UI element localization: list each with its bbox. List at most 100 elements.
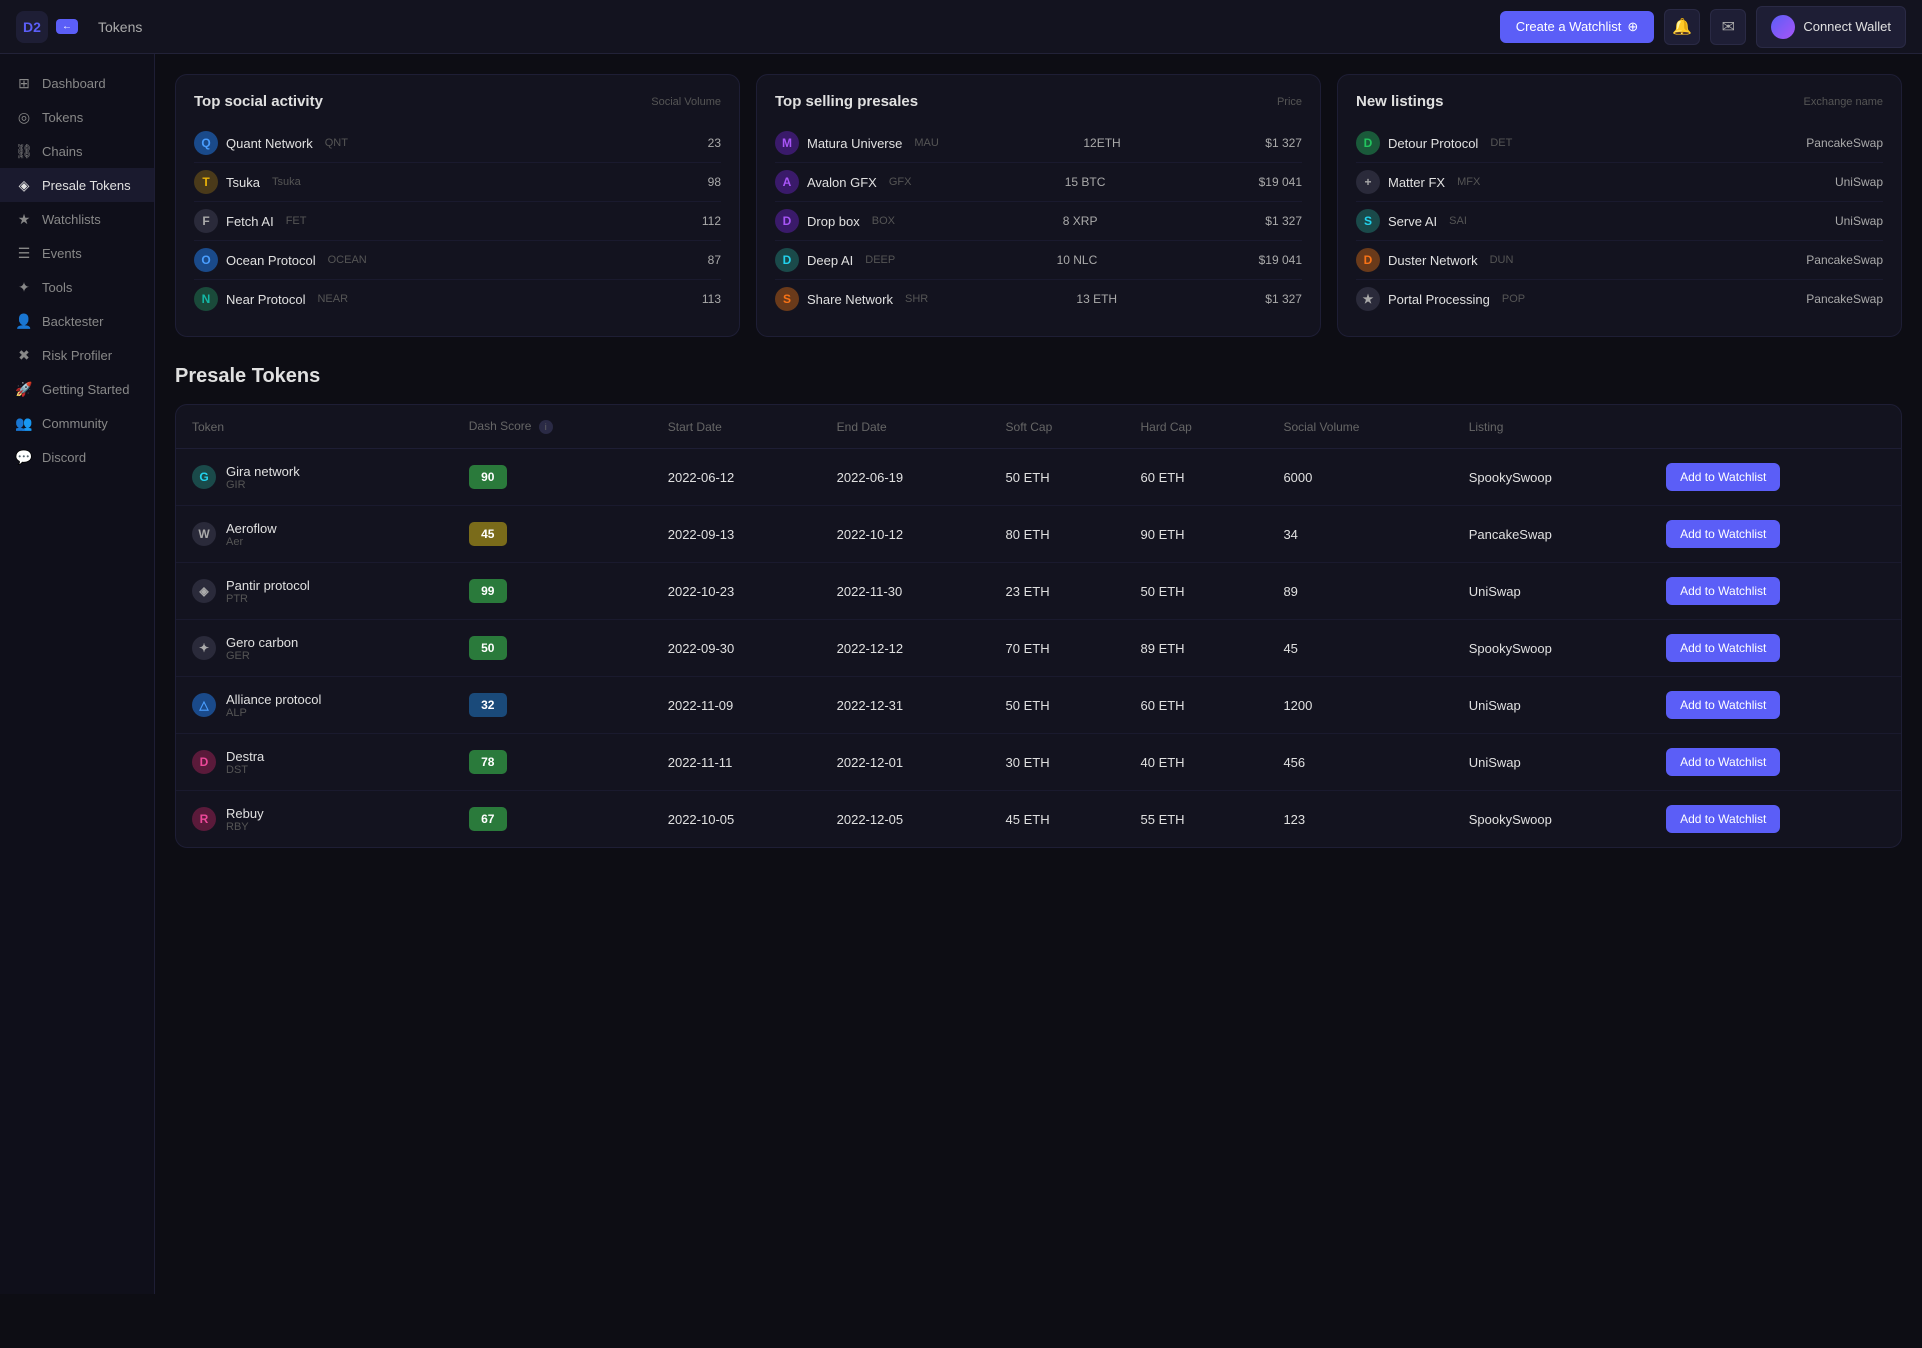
sidebar-item-watchlists[interactable]: ★ Watchlists	[0, 202, 154, 236]
sidebar-label-watchlists: Watchlists	[42, 212, 101, 227]
chains-icon: ⛓	[16, 143, 32, 159]
new-listings-subtitle: Exchange name	[1804, 96, 1884, 108]
logo-icon: D2	[16, 11, 48, 43]
sidebar-item-risk-profiler[interactable]: ✖ Risk Profiler	[0, 338, 154, 372]
listing-row-2: S Serve AI SAI UniSwap	[1356, 202, 1883, 241]
sidebar-item-getting-started[interactable]: 🚀 Getting Started	[0, 372, 154, 406]
col-action	[1650, 405, 1901, 449]
logo-badge[interactable]: ←	[56, 19, 78, 34]
add-watchlist-btn-1[interactable]: Add to Watchlist	[1666, 520, 1780, 548]
social-vol-6: 123	[1267, 791, 1452, 848]
social-row-1: T Tsuka Tsuka 98	[194, 163, 721, 202]
social-vol-4: 1200	[1267, 677, 1452, 734]
table-row: △ Alliance protocol ALP 32 2022-11-09 20…	[176, 677, 1901, 734]
start-date-2: 2022-10-23	[652, 563, 821, 620]
create-watchlist-label: Create a Watchlist	[1516, 19, 1622, 34]
token-icon-row-2: ◈	[192, 579, 216, 603]
add-watchlist-btn-6[interactable]: Add to Watchlist	[1666, 805, 1780, 833]
token-icon-tsuka: T	[194, 170, 218, 194]
col-dash-score: Dash Score i	[453, 405, 652, 449]
top-social-title: Top social activity	[194, 93, 323, 110]
sidebar: ⊞ Dashboard ◎ Tokens ⛓ Chains ◈ Presale …	[0, 54, 155, 1294]
page-title: Tokens	[98, 19, 142, 35]
listing-row-0: D Detour Protocol DET PancakeSwap	[1356, 124, 1883, 163]
new-listings-card: New listings Exchange name D Detour Prot…	[1337, 74, 1902, 337]
dash-score-3: 50	[469, 636, 507, 660]
col-listing: Listing	[1453, 405, 1650, 449]
token-symbol-dun: DUN	[1490, 254, 1514, 266]
watchlist-icon: ⊕	[1627, 19, 1638, 35]
token-sym-row-6: RBY	[226, 821, 264, 833]
token-cell-2: ◈ Pantir protocol PTR	[192, 578, 437, 605]
col-end-date: End Date	[821, 405, 990, 449]
dash-score-1: 45	[469, 522, 507, 546]
table-row: R Rebuy RBY 67 2022-10-05 2022-12-05 45 …	[176, 791, 1901, 848]
token-cell-1: W Aeroflow Aer	[192, 521, 437, 548]
token-name-sai: Serve AI	[1388, 214, 1437, 229]
add-watchlist-btn-4[interactable]: Add to Watchlist	[1666, 691, 1780, 719]
messages-button[interactable]: ✉	[1710, 9, 1746, 45]
presale-row-0: M Matura Universe MAU 12ETH $1 327	[775, 124, 1302, 163]
social-row-4: N Near Protocol NEAR 113	[194, 280, 721, 318]
token-icon-fet: F	[194, 209, 218, 233]
start-date-0: 2022-06-12	[652, 449, 821, 506]
token-icon-row-4: △	[192, 693, 216, 717]
add-watchlist-btn-2[interactable]: Add to Watchlist	[1666, 577, 1780, 605]
token-name-near: Near Protocol	[226, 292, 305, 307]
end-date-5: 2022-12-01	[821, 734, 990, 791]
start-date-1: 2022-09-13	[652, 506, 821, 563]
listing-0: SpookySwoop	[1453, 449, 1650, 506]
notifications-button[interactable]: 🔔	[1664, 9, 1700, 45]
token-symbol-mfx: MFX	[1457, 176, 1480, 188]
exchange-dun: PancakeSwap	[1806, 253, 1883, 267]
sidebar-item-chains[interactable]: ⛓ Chains	[0, 134, 154, 168]
sidebar-item-backtester[interactable]: 👤 Backtester	[0, 304, 154, 338]
sidebar-label-community: Community	[42, 416, 108, 431]
sidebar-item-discord[interactable]: 💬 Discord	[0, 440, 154, 474]
add-watchlist-btn-0[interactable]: Add to Watchlist	[1666, 463, 1780, 491]
sidebar-label-risk-profiler: Risk Profiler	[42, 348, 112, 363]
discord-icon: 💬	[16, 449, 32, 465]
token-symbol-pop: POP	[1502, 293, 1525, 305]
sidebar-label-tokens: Tokens	[42, 110, 83, 125]
col-token: Token	[176, 405, 453, 449]
watchlists-icon: ★	[16, 211, 32, 227]
token-icon-mfx: +	[1356, 170, 1380, 194]
token-icon-row-1: W	[192, 522, 216, 546]
sidebar-item-community[interactable]: 👥 Community	[0, 406, 154, 440]
sidebar-label-dashboard: Dashboard	[42, 76, 106, 91]
connect-wallet-button[interactable]: Connect Wallet	[1756, 6, 1906, 48]
presale-row-4: S Share Network SHR 13 ETH $1 327	[775, 280, 1302, 318]
token-name-mfx: Matter FX	[1388, 175, 1445, 190]
dash-score-5: 78	[469, 750, 507, 774]
top-cards-row: Top social activity Social Volume Q Quan…	[175, 74, 1902, 337]
sidebar-item-dashboard[interactable]: ⊞ Dashboard	[0, 66, 154, 100]
add-watchlist-btn-3[interactable]: Add to Watchlist	[1666, 634, 1780, 662]
sidebar-item-events[interactable]: ☰ Events	[0, 236, 154, 270]
sidebar-item-presale-tokens[interactable]: ◈ Presale Tokens	[0, 168, 154, 202]
sidebar-item-tokens[interactable]: ◎ Tokens	[0, 100, 154, 134]
social-value-qnt: 23	[708, 136, 721, 150]
add-watchlist-btn-5[interactable]: Add to Watchlist	[1666, 748, 1780, 776]
token-cell-3: ✦ Gero carbon GER	[192, 635, 437, 662]
sidebar-item-tools[interactable]: ✦ Tools	[0, 270, 154, 304]
presale-tokens-icon: ◈	[16, 177, 32, 193]
listing-row-4: ★ Portal Processing POP PancakeSwap	[1356, 280, 1883, 318]
sidebar-label-discord: Discord	[42, 450, 86, 465]
token-icon-mau: M	[775, 131, 799, 155]
token-icon-shr: S	[775, 287, 799, 311]
sidebar-label-backtester: Backtester	[42, 314, 103, 329]
table-row: G Gira network GIR 90 2022-06-12 2022-06…	[176, 449, 1901, 506]
token-icon-deep: D	[775, 248, 799, 272]
social-vol-3: 45	[1267, 620, 1452, 677]
social-value-ocean: 87	[708, 253, 721, 267]
end-date-1: 2022-10-12	[821, 506, 990, 563]
create-watchlist-button[interactable]: Create a Watchlist ⊕	[1500, 11, 1655, 43]
token-symbol-gfx: GFX	[889, 176, 912, 188]
start-date-6: 2022-10-05	[652, 791, 821, 848]
start-date-5: 2022-11-11	[652, 734, 821, 791]
presale-price-gfx: $19 041	[1259, 175, 1302, 189]
token-name-pop: Portal Processing	[1388, 292, 1490, 307]
topnav: D2 ← Tokens Create a Watchlist ⊕ 🔔 ✉ Con…	[0, 0, 1922, 54]
dash-score-info-icon[interactable]: i	[539, 420, 553, 434]
